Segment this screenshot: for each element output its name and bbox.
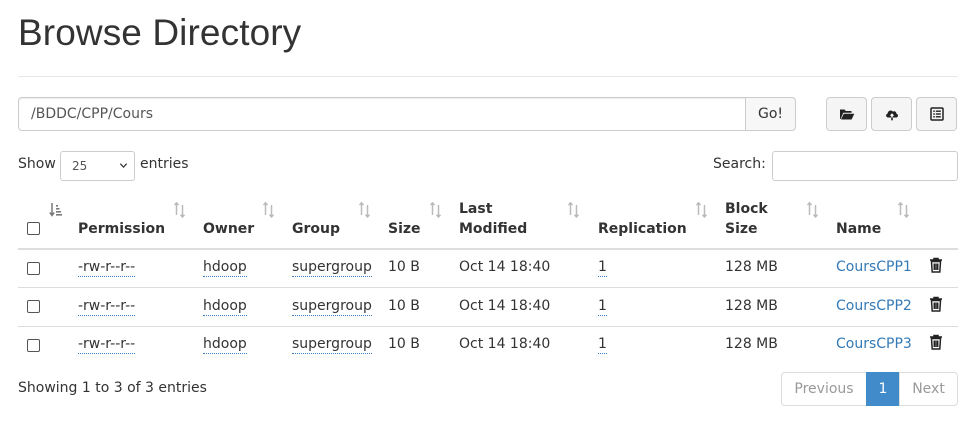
- cloud-upload-icon: [885, 110, 898, 121]
- table-header-divider: [18, 248, 958, 250]
- sort-icon[interactable]: [897, 202, 910, 218]
- search-input[interactable]: [772, 151, 958, 181]
- sort-icon[interactable]: [262, 202, 275, 218]
- search-label: Search:: [713, 156, 766, 172]
- owner-cell[interactable]: hdoop: [203, 335, 247, 354]
- column-header-owner[interactable]: Owner: [203, 219, 254, 239]
- file-name-link[interactable]: CoursCPP1: [836, 258, 912, 276]
- column-header-block-size-line2: Size: [725, 221, 758, 237]
- file-name-link[interactable]: CoursCPP3: [836, 335, 912, 353]
- previous-page-button[interactable]: Previous: [781, 372, 867, 406]
- column-header-name[interactable]: Name: [836, 219, 881, 239]
- entries-per-page-value: 25: [72, 159, 88, 173]
- trash-icon[interactable]: [929, 257, 943, 273]
- sort-icon[interactable]: [429, 202, 442, 218]
- page-1-button[interactable]: 1: [866, 372, 900, 406]
- sort-ascending-icon[interactable]: [49, 202, 62, 218]
- permission-cell[interactable]: -rw-r--r--: [78, 258, 136, 277]
- row-checkbox[interactable]: [27, 339, 40, 352]
- column-header-block-size-line1: Block: [725, 201, 768, 217]
- column-header-permission[interactable]: Permission: [78, 219, 165, 239]
- row-checkbox[interactable]: [27, 300, 40, 313]
- trash-icon[interactable]: [929, 296, 943, 312]
- permission-cell[interactable]: -rw-r--r--: [78, 335, 136, 354]
- block-size-cell: 128 MB: [725, 298, 778, 314]
- block-size-cell: 128 MB: [725, 336, 778, 352]
- row-checkbox[interactable]: [27, 262, 40, 275]
- title-divider: [18, 76, 958, 77]
- upload-button[interactable]: [871, 97, 912, 131]
- file-name-link[interactable]: CoursCPP2: [836, 297, 912, 315]
- path-input[interactable]: [18, 97, 747, 131]
- entries-label: entries: [140, 156, 189, 172]
- column-header-group[interactable]: Group: [292, 219, 340, 239]
- next-page-button[interactable]: Next: [899, 372, 958, 406]
- modified-cell: Oct 14 18:40: [459, 259, 551, 275]
- create-directory-button[interactable]: [826, 97, 867, 131]
- chevron-down-icon: [119, 163, 128, 169]
- modified-cell: Oct 14 18:40: [459, 298, 551, 314]
- sort-icon[interactable]: [358, 202, 371, 218]
- size-cell: 10 B: [388, 259, 420, 275]
- entries-per-page-select[interactable]: 25: [60, 151, 135, 181]
- owner-cell[interactable]: hdoop: [203, 258, 247, 277]
- column-header-size[interactable]: Size: [388, 219, 421, 239]
- group-cell[interactable]: supergroup: [292, 335, 372, 354]
- sort-icon[interactable]: [806, 202, 819, 218]
- cut-paste-button[interactable]: [916, 97, 957, 131]
- sort-icon[interactable]: [567, 202, 580, 218]
- column-header-replication[interactable]: Replication: [598, 219, 687, 239]
- column-header-last-modified-line1: Last: [459, 201, 493, 217]
- row-divider: [18, 287, 958, 288]
- show-label: Show: [18, 156, 56, 172]
- sort-icon[interactable]: [173, 202, 186, 218]
- list-icon: [929, 107, 944, 121]
- replication-cell[interactable]: 1: [598, 335, 607, 354]
- size-cell: 10 B: [388, 298, 420, 314]
- column-header-last-modified[interactable]: Last Modified: [459, 199, 527, 239]
- block-size-cell: 128 MB: [725, 259, 778, 275]
- folder-open-icon: [839, 109, 854, 120]
- permission-cell[interactable]: -rw-r--r--: [78, 297, 136, 316]
- size-cell: 10 B: [388, 336, 420, 352]
- row-divider: [18, 326, 958, 327]
- table-info: Showing 1 to 3 of 3 entries: [18, 380, 207, 396]
- column-header-last-modified-line2: Modified: [459, 221, 528, 237]
- owner-cell[interactable]: hdoop: [203, 297, 247, 316]
- modified-cell: Oct 14 18:40: [459, 336, 551, 352]
- column-header-block-size[interactable]: Block Size: [725, 199, 768, 239]
- go-button[interactable]: Go!: [745, 97, 796, 131]
- page-title: Browse Directory: [18, 12, 302, 53]
- select-all-checkbox[interactable]: [27, 222, 40, 235]
- sort-icon[interactable]: [695, 202, 708, 218]
- replication-cell[interactable]: 1: [598, 258, 607, 277]
- group-cell[interactable]: supergroup: [292, 297, 372, 316]
- group-cell[interactable]: supergroup: [292, 258, 372, 277]
- trash-icon[interactable]: [929, 334, 943, 350]
- replication-cell[interactable]: 1: [598, 297, 607, 316]
